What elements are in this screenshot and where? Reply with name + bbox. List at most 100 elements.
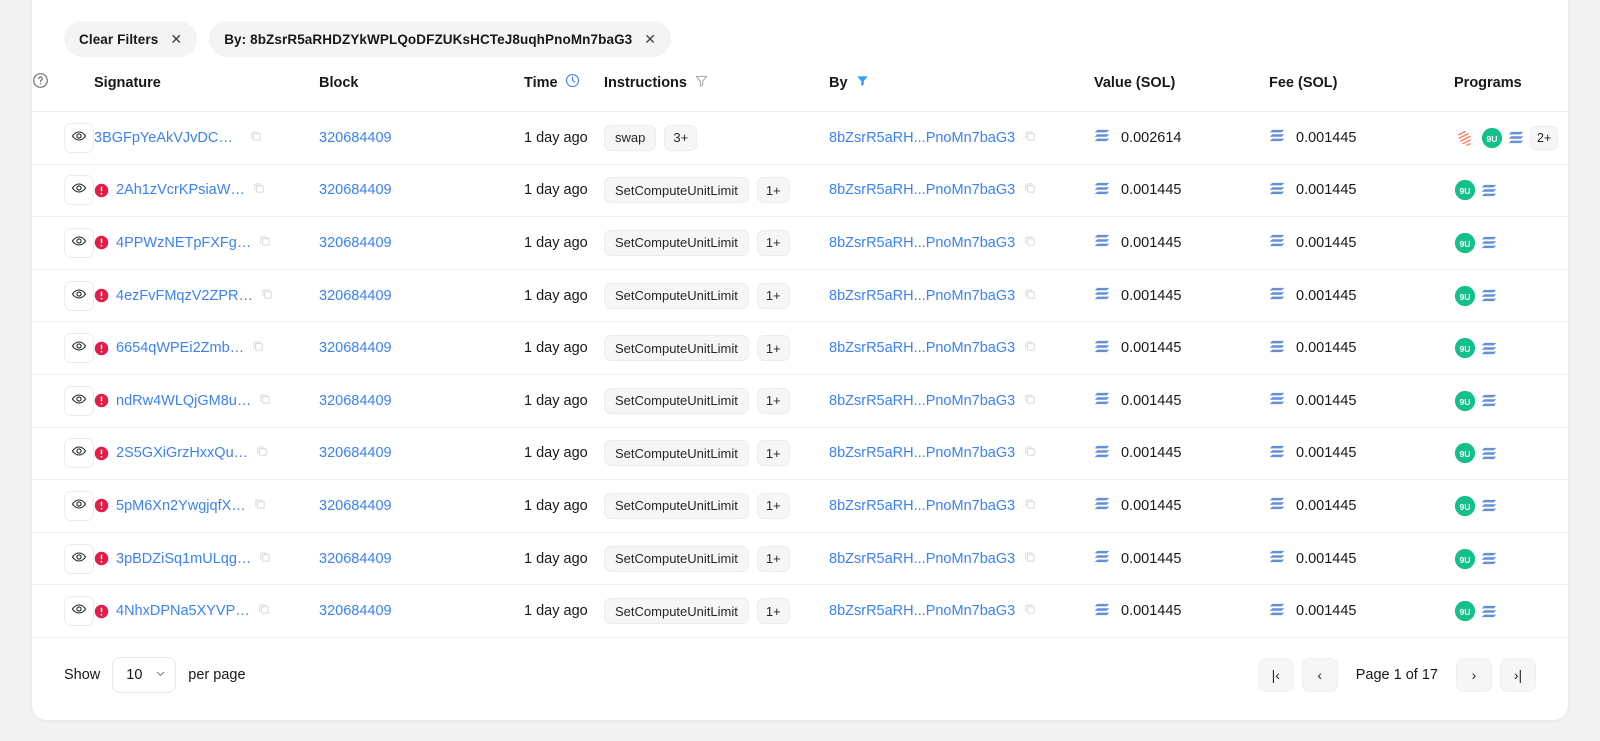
block-link[interactable]: 320684409: [319, 340, 392, 356]
column-header-programs[interactable]: Programs: [1454, 60, 1568, 112]
rows-per-page-select[interactable]: 10: [112, 657, 176, 693]
program-icon-jupiter[interactable]: 9U: [1454, 442, 1476, 464]
account-link[interactable]: 8bZsrR5aRH...PnoMn7baG3: [829, 340, 1015, 356]
table-row[interactable]: 3pBDZiSq1mULqg… 3206844091 day ago SetCo…: [32, 532, 1568, 585]
copy-icon[interactable]: [258, 392, 272, 410]
copy-icon[interactable]: [258, 550, 272, 568]
account-link[interactable]: 8bZsrR5aRH...PnoMn7baG3: [829, 445, 1015, 461]
copy-icon[interactable]: [252, 181, 266, 199]
program-icon-solana[interactable]: [1481, 446, 1498, 461]
program-icon-jupiter[interactable]: 9U: [1454, 232, 1476, 254]
column-header-instructions[interactable]: Instructions: [604, 60, 829, 112]
program-icon-jupiter[interactable]: 9U: [1481, 127, 1503, 149]
instruction-more-chip[interactable]: 1+: [757, 335, 790, 361]
instruction-chip[interactable]: SetComputeUnitLimit: [604, 388, 749, 414]
signature-link[interactable]: 3pBDZiSq1mULqg…: [116, 551, 251, 567]
filter-icon-active[interactable]: [855, 73, 870, 92]
preview-button[interactable]: [64, 281, 94, 311]
copy-icon[interactable]: [1023, 234, 1037, 252]
program-icon-jupiter[interactable]: 9U: [1454, 548, 1476, 570]
account-link[interactable]: 8bZsrR5aRH...PnoMn7baG3: [829, 182, 1015, 198]
first-page-button[interactable]: |‹: [1258, 658, 1294, 692]
preview-button[interactable]: [64, 438, 94, 468]
instruction-more-chip[interactable]: 1+: [757, 546, 790, 572]
instruction-chip[interactable]: SetComputeUnitLimit: [604, 493, 749, 519]
program-icon-solana[interactable]: [1508, 130, 1525, 145]
account-link[interactable]: 8bZsrR5aRH...PnoMn7baG3: [829, 603, 1015, 619]
signature-link[interactable]: 2S5GXiGrzHxxQu…: [116, 445, 248, 461]
next-page-button[interactable]: ›: [1456, 658, 1492, 692]
copy-icon[interactable]: [1023, 497, 1037, 515]
account-link[interactable]: 8bZsrR5aRH...PnoMn7baG3: [829, 235, 1015, 251]
preview-button[interactable]: [64, 596, 94, 626]
clear-filters-chip[interactable]: Clear Filters ✕: [64, 21, 197, 57]
copy-icon[interactable]: [251, 339, 265, 357]
instruction-more-chip[interactable]: 1+: [757, 283, 790, 309]
table-row[interactable]: 2S5GXiGrzHxxQu… 3206844091 day ago SetCo…: [32, 427, 1568, 480]
copy-icon[interactable]: [1023, 444, 1037, 462]
instruction-more-chip[interactable]: 3+: [664, 125, 697, 151]
block-link[interactable]: 320684409: [319, 288, 392, 304]
block-link[interactable]: 320684409: [319, 445, 392, 461]
program-icon-jupiter[interactable]: 9U: [1454, 285, 1476, 307]
signature-link[interactable]: 2Ah1zVcrKPsiaW…: [116, 182, 245, 198]
column-header-by[interactable]: By: [829, 60, 1094, 112]
instruction-chip[interactable]: SetComputeUnitLimit: [604, 598, 749, 624]
program-icon-solana[interactable]: [1481, 235, 1498, 250]
instruction-chip[interactable]: SetComputeUnitLimit: [604, 546, 749, 572]
block-link[interactable]: 320684409: [319, 235, 392, 251]
signature-link[interactable]: 3BGFpYeAkVJvDCm…: [94, 130, 242, 146]
signature-link[interactable]: 4PPWzNETpFXFg…: [116, 235, 251, 251]
instruction-more-chip[interactable]: 1+: [757, 598, 790, 624]
preview-button[interactable]: [64, 123, 94, 153]
clock-icon[interactable]: [565, 73, 580, 92]
block-link[interactable]: 320684409: [319, 182, 392, 198]
account-link[interactable]: 8bZsrR5aRH...PnoMn7baG3: [829, 130, 1015, 146]
instruction-chip[interactable]: SetComputeUnitLimit: [604, 177, 749, 203]
help-icon[interactable]: [32, 72, 49, 89]
instruction-more-chip[interactable]: 1+: [757, 440, 790, 466]
block-link[interactable]: 320684409: [319, 130, 392, 146]
instruction-chip[interactable]: SetComputeUnitLimit: [604, 230, 749, 256]
block-link[interactable]: 320684409: [319, 603, 392, 619]
preview-button[interactable]: [64, 175, 94, 205]
account-link[interactable]: 8bZsrR5aRH...PnoMn7baG3: [829, 393, 1015, 409]
preview-button[interactable]: [64, 333, 94, 363]
column-header-block[interactable]: Block: [319, 60, 524, 112]
program-icon-jupiter[interactable]: 9U: [1454, 337, 1476, 359]
last-page-button[interactable]: ›|: [1500, 658, 1536, 692]
copy-icon[interactable]: [253, 497, 267, 515]
program-icon-jupiter[interactable]: 9U: [1454, 600, 1476, 622]
program-icon-orca[interactable]: [1454, 127, 1476, 149]
preview-button[interactable]: [64, 228, 94, 258]
signature-link[interactable]: 4ezFvFMqzV2ZPR…: [116, 288, 253, 304]
close-icon[interactable]: ✕: [170, 32, 182, 46]
previous-page-button[interactable]: ‹: [1302, 658, 1338, 692]
table-row[interactable]: 4NhxDPNa5XYVP… 3206844091 day ago SetCom…: [32, 585, 1568, 638]
preview-button[interactable]: [64, 544, 94, 574]
instruction-chip[interactable]: SetComputeUnitLimit: [604, 335, 749, 361]
copy-icon[interactable]: [1023, 287, 1037, 305]
instruction-more-chip[interactable]: 1+: [757, 493, 790, 519]
filter-chip-by[interactable]: By: 8bZsrR5aRHDZYkWPLQoDFZUKsHCTeJ8uqhPn…: [209, 21, 671, 57]
instruction-chip[interactable]: SetComputeUnitLimit: [604, 283, 749, 309]
block-link[interactable]: 320684409: [319, 551, 392, 567]
instruction-more-chip[interactable]: 1+: [757, 230, 790, 256]
close-icon[interactable]: ✕: [644, 32, 656, 46]
preview-button[interactable]: [64, 491, 94, 521]
signature-link[interactable]: 5pM6Xn2YwgjqfX…: [116, 498, 246, 514]
copy-icon[interactable]: [260, 287, 274, 305]
column-header-signature[interactable]: Signature: [94, 60, 319, 112]
account-link[interactable]: 8bZsrR5aRH...PnoMn7baG3: [829, 288, 1015, 304]
program-icon-solana[interactable]: [1481, 551, 1498, 566]
account-link[interactable]: 8bZsrR5aRH...PnoMn7baG3: [829, 551, 1015, 567]
block-link[interactable]: 320684409: [319, 393, 392, 409]
program-icon-solana[interactable]: [1481, 393, 1498, 408]
copy-icon[interactable]: [1023, 602, 1037, 620]
account-link[interactable]: 8bZsrR5aRH...PnoMn7baG3: [829, 498, 1015, 514]
program-icon-jupiter[interactable]: 9U: [1454, 495, 1476, 517]
table-row[interactable]: ndRw4WLQjGM8u… 3206844091 day ago SetCom…: [32, 374, 1568, 427]
column-header-value[interactable]: Value (SOL): [1094, 60, 1269, 112]
column-header-time[interactable]: Time: [524, 60, 604, 112]
copy-icon[interactable]: [1023, 339, 1037, 357]
